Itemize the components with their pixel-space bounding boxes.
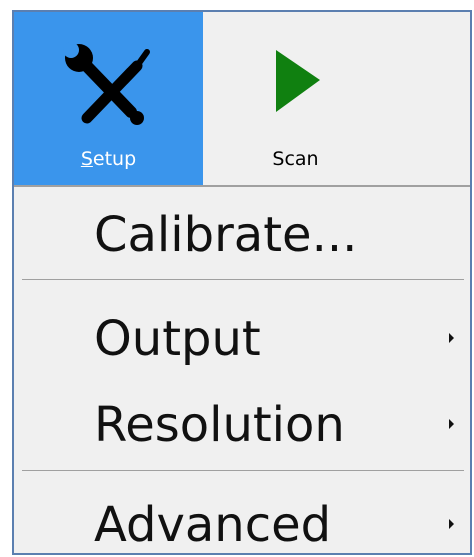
menu-item-resolution[interactable]: Resolution	[14, 383, 470, 467]
setup-mnemonic: S	[80, 148, 93, 170]
menu-item-advanced-label: Advanced	[94, 497, 332, 553]
scan-label: Scan	[272, 148, 319, 170]
scanner-window: Setup Scan Calibrate... Output Resolutio…	[12, 10, 472, 555]
submenu-arrow-icon	[449, 333, 454, 343]
scan-button[interactable]: Scan	[203, 12, 388, 185]
menu-item-output-label: Output	[94, 311, 261, 367]
play-icon	[203, 36, 388, 136]
submenu-arrow-icon	[449, 419, 454, 429]
setup-button[interactable]: Setup	[14, 12, 203, 185]
setup-label: Setup	[14, 148, 203, 170]
menu-separator	[22, 279, 464, 280]
menu-item-advanced[interactable]: Advanced	[14, 483, 470, 553]
menu-item-resolution-label: Resolution	[94, 397, 345, 453]
submenu-arrow-icon	[449, 519, 454, 529]
menu-item-calibrate[interactable]: Calibrate...	[14, 193, 470, 277]
tools-icon	[14, 36, 203, 136]
menu-item-output[interactable]: Output	[14, 297, 470, 381]
ribbon-toolbar: Setup Scan	[14, 12, 470, 187]
setup-label-rest: etup	[92, 148, 137, 170]
setup-dropdown-menu: Calibrate... Output Resolution Advanced	[14, 187, 470, 553]
menu-item-calibrate-label: Calibrate...	[94, 207, 358, 263]
menu-separator	[22, 470, 464, 471]
